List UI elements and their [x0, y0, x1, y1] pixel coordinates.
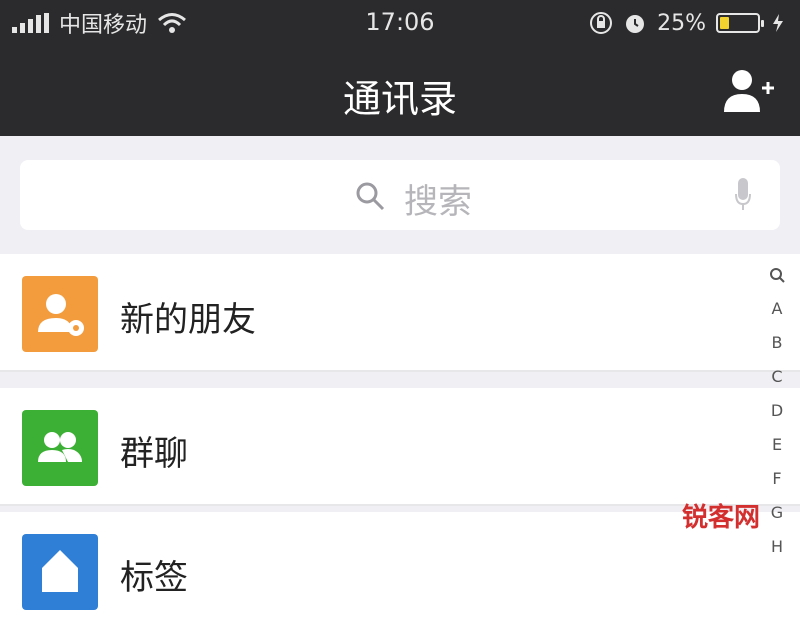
- new-friends-icon: [22, 276, 98, 352]
- index-letter-g[interactable]: G: [760, 496, 794, 530]
- page-title: 通讯录: [342, 77, 457, 121]
- divider: [0, 370, 800, 372]
- index-letter-f[interactable]: F: [760, 462, 794, 496]
- add-contact-icon[interactable]: [722, 68, 776, 114]
- list-item-label: 新的朋友: [120, 300, 256, 340]
- index-letter-c[interactable]: C: [760, 360, 794, 394]
- group-chat-icon: [22, 410, 98, 486]
- search-area: 搜索: [0, 136, 800, 254]
- list-item-new-friends[interactable]: 新的朋友: [0, 254, 800, 370]
- list-item-label: 群聊: [120, 434, 188, 474]
- index-letter-e[interactable]: E: [760, 428, 794, 462]
- list-item-label: 标签: [120, 558, 188, 598]
- battery-icon: [716, 13, 764, 33]
- index-letter-h[interactable]: H: [760, 530, 794, 564]
- index-letter-b[interactable]: B: [760, 326, 794, 360]
- nav-bar: 通讯录: [0, 46, 800, 136]
- list-item-group-chat[interactable]: 群聊: [0, 388, 800, 504]
- tags-icon: [22, 534, 98, 610]
- index-search-icon[interactable]: [768, 266, 786, 284]
- search-icon: [356, 182, 385, 211]
- status-right: 25%: [589, 8, 786, 38]
- index-letter-d[interactable]: D: [760, 394, 794, 428]
- status-bar: 中国移动 17:06 25%: [0, 0, 800, 46]
- divider: [0, 504, 800, 506]
- search-input[interactable]: 搜索: [20, 160, 780, 230]
- orientation-lock-icon: [590, 12, 613, 34]
- alarm-icon: [626, 15, 645, 33]
- charging-icon: [773, 14, 783, 32]
- microphone-icon[interactable]: [734, 176, 752, 212]
- search-placeholder: 搜索: [404, 182, 472, 222]
- battery-fill: [720, 17, 729, 29]
- index-letter-a[interactable]: A: [760, 292, 794, 326]
- list-item-tags[interactable]: 标签: [0, 512, 800, 628]
- watermark: 锐客网: [681, 503, 760, 533]
- index-bar: A B C D E F G H: [760, 258, 794, 564]
- battery-percent: 25%: [657, 10, 706, 36]
- contacts-list: 新的朋友 群聊 标签: [0, 254, 800, 628]
